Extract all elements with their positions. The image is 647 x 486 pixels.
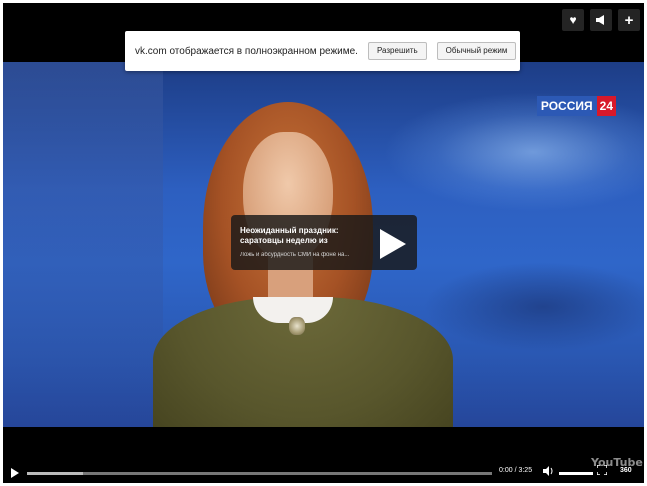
top-toolbar: ♥ + — [562, 9, 640, 31]
play-icon[interactable] — [380, 229, 406, 259]
video-title[interactable]: Неожиданный праздник: саратовцы неделю и… — [240, 226, 360, 246]
plus-icon[interactable]: + — [618, 9, 640, 31]
video-description: Ложь и абсурдность СМИ на фоне на... — [240, 252, 350, 258]
fullscreen-message: vk.com отображается в полноэкранном режи… — [135, 45, 358, 57]
progress-loaded — [27, 472, 83, 475]
allow-button[interactable]: Разрешить — [367, 42, 427, 60]
volume-slider[interactable] — [559, 472, 593, 475]
heart-icon[interactable]: ♥ — [562, 9, 584, 31]
video-info-card[interactable]: Неожиданный праздник: саратовцы неделю и… — [231, 215, 417, 270]
time-display: 0:00 / 3:25 — [499, 467, 533, 474]
channel-name: РОССИЯ — [536, 96, 597, 116]
progress-bar[interactable] — [27, 472, 492, 475]
quality-selector[interactable]: 360 — [620, 467, 632, 474]
normal-mode-button[interactable]: Обычный режим — [436, 42, 517, 60]
brooch — [289, 317, 305, 335]
megaphone-icon[interactable] — [590, 9, 612, 31]
channel-number: 24 — [596, 96, 616, 116]
channel-logo: РОССИЯ 24 — [536, 96, 616, 116]
video-player[interactable]: РОССИЯ 24 ♥ + vk.com отображается в полн… — [3, 3, 644, 483]
player-controls: 0:00 / 3:25 360 — [3, 463, 644, 483]
fullscreen-icon[interactable] — [596, 464, 608, 477]
studio-background-panel — [3, 62, 163, 427]
volume-icon[interactable] — [543, 466, 554, 478]
fullscreen-notice: vk.com отображается в полноэкранном режи… — [125, 31, 520, 71]
play-button[interactable] — [11, 468, 19, 478]
